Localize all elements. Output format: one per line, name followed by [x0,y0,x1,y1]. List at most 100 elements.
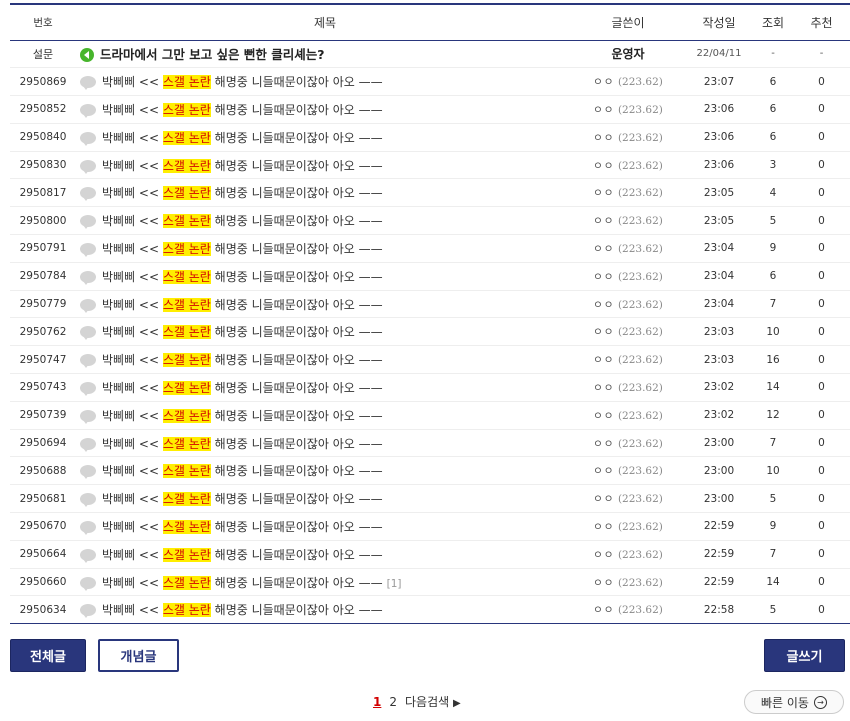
post-title-prefix[interactable]: 박삐삐 << [102,353,163,367]
writer-name[interactable]: ㅇㅇ [593,549,614,561]
writer-name[interactable]: ㅇㅇ [593,521,614,533]
table-row[interactable]: 2950688 박삐삐 << 스갤 논란 해명중 니들때문이잖아 아오 —— ㅇㅇ … [10,457,850,485]
post-title-cell[interactable]: 박삐삐 << 스갤 논란 해명중 니들때문이잖아 아오 —— [76,346,571,374]
post-title-suffix[interactable]: 해명중 니들때문이잖아 아오 —— [211,464,383,478]
writer-name[interactable]: ㅇㅇ [593,382,614,394]
post-writer[interactable]: ㅇㅇ (223.62) [571,540,685,568]
post-title-suffix[interactable]: 해명중 니들때문이잖아 아오 —— [211,103,383,117]
post-title-prefix[interactable]: 박삐삐 << [102,325,163,339]
post-title-cell[interactable]: 박삐삐 << 스갤 논란 해명중 니들때문이잖아 아오 —— [76,235,571,263]
post-title-cell[interactable]: 박삐삐 << 스갤 논란 해명중 니들때문이잖아 아오 —— [76,513,571,541]
post-title-cell[interactable]: 박삐삐 << 스갤 논란 해명중 니들때문이잖아 아오 —— [76,123,571,151]
write-button[interactable]: 글쓰기 [764,639,845,672]
post-title-cell[interactable]: 박삐삐 << 스갤 논란 해명중 니들때문이잖아 아오 —— [76,179,571,207]
post-writer[interactable]: ㅇㅇ (223.62) [571,346,685,374]
post-title-cell[interactable]: 박삐삐 << 스갤 논란 해명중 니들때문이잖아 아오 —— [76,68,571,96]
post-writer[interactable]: ㅇㅇ (223.62) [571,485,685,513]
post-title-prefix[interactable]: 박삐삐 << [102,576,163,590]
table-row[interactable]: 2950830 박삐삐 << 스갤 논란 해명중 니들때문이잖아 아오 —— ㅇㅇ … [10,151,850,179]
post-title-prefix[interactable]: 박삐삐 << [102,298,163,312]
concept-posts-button[interactable]: 개념글 [98,639,179,672]
post-title-highlight[interactable]: 스갤 논란 [162,158,211,173]
writer-name[interactable]: ㅇㅇ [593,438,614,450]
post-title-prefix[interactable]: 박삐삐 << [102,242,163,256]
post-writer[interactable]: ㅇㅇ (223.62) [571,429,685,457]
post-title-prefix[interactable]: 박삐삐 << [102,437,163,451]
post-title-suffix[interactable]: 해명중 니들때문이잖아 아오 —— [211,409,383,423]
post-title-suffix[interactable]: 해명중 니들때문이잖아 아오 —— [211,603,383,617]
post-title-highlight[interactable]: 스갤 논란 [162,297,211,312]
post-title-highlight[interactable]: 스갤 논란 [162,436,211,451]
post-writer[interactable]: ㅇㅇ (223.62) [571,374,685,402]
writer-name[interactable]: ㅇㅇ [593,132,614,144]
post-title-highlight[interactable]: 스갤 논란 [162,102,211,117]
table-row[interactable]: 2950670 박삐삐 << 스갤 논란 해명중 니들때문이잖아 아오 —— ㅇㅇ … [10,513,850,541]
post-title-suffix[interactable]: 해명중 니들때문이잖아 아오 —— [211,381,383,395]
post-title-highlight[interactable]: 스갤 논란 [162,214,211,229]
post-title-highlight[interactable]: 스갤 논란 [162,75,211,90]
post-title-cell[interactable]: 박삐삐 << 스갤 논란 해명중 니들때문이잖아 아오 —— [76,596,571,624]
post-title-prefix[interactable]: 박삐삐 << [102,603,163,617]
post-title-cell[interactable]: 박삐삐 << 스갤 논란 해명중 니들때문이잖아 아오 —— [76,485,571,513]
writer-name[interactable]: ㅇㅇ [593,160,614,172]
table-row[interactable]: 2950840 박삐삐 << 스갤 논란 해명중 니들때문이잖아 아오 —— ㅇㅇ … [10,123,850,152]
table-row[interactable]: 2950817 박삐삐 << 스갤 논란 해명중 니들때문이잖아 아오 —— ㅇㅇ … [10,179,850,207]
table-row[interactable]: 2950743 박삐삐 << 스갤 논란 해명중 니들때문이잖아 아오 —— ㅇㅇ … [10,374,850,402]
table-row[interactable]: 2950681 박삐삐 << 스갤 논란 해명중 니들때문이잖아 아오 —— ㅇㅇ … [10,485,850,513]
post-title-highlight[interactable]: 스갤 논란 [162,130,211,145]
post-title-cell[interactable]: 박삐삐 << 스갤 논란 해명중 니들때문이잖아 아오 —— [76,262,571,290]
post-title-suffix[interactable]: 해명중 니들때문이잖아 아오 —— [211,492,383,506]
post-writer[interactable]: ㅇㅇ (223.62) [571,68,685,96]
post-title-prefix[interactable]: 박삐삐 << [102,520,163,534]
writer-name[interactable]: ㅇㅇ [593,354,614,366]
post-title-suffix[interactable]: 해명중 니들때문이잖아 아오 —— [211,325,383,339]
post-title-suffix[interactable]: 해명중 니들때문이잖아 아오 —— [211,270,383,284]
writer-name[interactable]: ㅇㅇ [593,104,614,116]
post-title-suffix[interactable]: 해명중 니들때문이잖아 아오 —— [211,353,383,367]
post-writer[interactable]: ㅇㅇ (223.62) [571,596,685,624]
post-title-cell[interactable]: 박삐삐 << 스갤 논란 해명중 니들때문이잖아 아오 —— [76,429,571,457]
notice-writer[interactable]: 운영자 [571,40,685,68]
notice-row[interactable]: 설문 드라마에서 그만 보고 싶은 뻔한 클리셰는? 운영자 22/04/11 … [10,40,850,68]
post-title-highlight[interactable]: 스갤 논란 [162,380,211,395]
post-title-highlight[interactable]: 스갤 논란 [162,186,211,201]
page-2-link[interactable]: 2 [389,695,397,709]
post-title-suffix[interactable]: 해명중 니들때문이잖아 아오 —— [211,298,383,312]
post-title-prefix[interactable]: 박삐삐 << [102,103,163,117]
quick-move-button[interactable]: 빠른 이동 → [744,690,844,714]
writer-name[interactable]: ㅇㅇ [593,271,614,283]
table-row[interactable]: 2950869 박삐삐 << 스갤 논란 해명중 니들때문이잖아 아오 —— ㅇㅇ … [10,68,850,96]
post-title-suffix[interactable]: 해명중 니들때문이잖아 아오 —— [211,576,383,590]
page-1-link[interactable]: 1 [373,695,381,709]
writer-name[interactable]: ㅇㅇ [593,299,614,311]
post-title-prefix[interactable]: 박삐삐 << [102,159,163,173]
post-title-prefix[interactable]: 박삐삐 << [102,186,163,200]
post-title-prefix[interactable]: 박삐삐 << [102,131,163,145]
post-title-cell[interactable]: 박삐삐 << 스갤 논란 해명중 니들때문이잖아 아오 —— [76,207,571,235]
table-row[interactable]: 2950634 박삐삐 << 스갤 논란 해명중 니들때문이잖아 아오 —— ㅇㅇ … [10,596,850,624]
writer-name[interactable]: ㅇㅇ [593,577,614,589]
post-title-highlight[interactable]: 스갤 논란 [162,325,211,340]
post-writer[interactable]: ㅇㅇ (223.62) [571,179,685,207]
comment-count[interactable]: [1] [387,578,402,590]
post-title-suffix[interactable]: 해명중 니들때문이잖아 아오 —— [211,159,383,173]
post-title-prefix[interactable]: 박삐삐 << [102,381,163,395]
post-title-suffix[interactable]: 해명중 니들때문이잖아 아오 —— [211,214,383,228]
writer-name[interactable]: ㅇㅇ [593,187,614,199]
post-writer[interactable]: ㅇㅇ (223.62) [571,568,685,596]
table-row[interactable]: 2950660 박삐삐 << 스갤 논란 해명중 니들때문이잖아 아오 —— [1]… [10,568,850,596]
post-title-cell[interactable]: 박삐삐 << 스갤 논란 해명중 니들때문이잖아 아오 —— [76,318,571,346]
post-title-highlight[interactable]: 스갤 논란 [162,575,211,590]
table-row[interactable]: 2950852 박삐삐 << 스갤 논란 해명중 니들때문이잖아 아오 —— ㅇㅇ … [10,96,850,124]
post-writer[interactable]: ㅇㅇ (223.62) [571,262,685,290]
writer-name[interactable]: ㅇㅇ [593,243,614,255]
post-writer[interactable]: ㅇㅇ (223.62) [571,513,685,541]
writer-name[interactable]: ㅇㅇ [593,465,614,477]
post-title-cell[interactable]: 박삐삐 << 스갤 논란 해명중 니들때문이잖아 아오 —— [76,290,571,318]
all-posts-button[interactable]: 전체글 [10,639,86,672]
writer-name[interactable]: ㅇㅇ [593,604,614,616]
post-title-prefix[interactable]: 박삐삐 << [102,214,163,228]
post-title-highlight[interactable]: 스갤 논란 [162,603,211,618]
post-writer[interactable]: ㅇㅇ (223.62) [571,151,685,179]
notice-title[interactable]: 드라마에서 그만 보고 싶은 뻔한 클리셰는? [100,47,325,62]
